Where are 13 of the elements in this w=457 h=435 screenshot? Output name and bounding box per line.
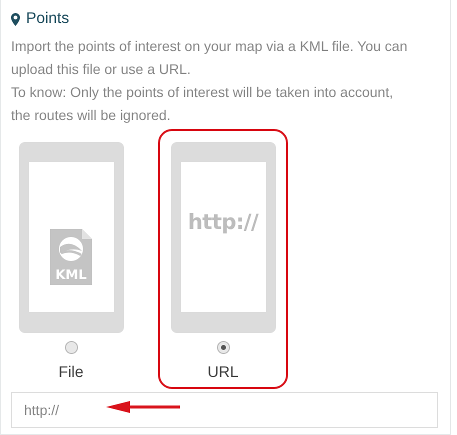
option-label: File [58, 364, 84, 382]
kml-file-icon: KML [50, 229, 92, 285]
description-text: Import the points of interest on your map via a KML file. You can upload this file or use a URL. [11, 37, 408, 79]
radio-button[interactable] [64, 341, 78, 354]
description-text: To know: Only the points of interest will be taken into account, the routes will be ignored. [11, 83, 394, 125]
phone-drawing[interactable]: KML [18, 142, 124, 333]
option-label: URL [207, 364, 238, 382]
url-graphic-text: http:// [188, 210, 258, 234]
url-field[interactable]: http:// [11, 392, 438, 428]
section-title: Points [26, 10, 70, 28]
radio-button[interactable] [216, 341, 230, 354]
phone-drawing[interactable]: http:// [170, 142, 276, 333]
map-pin-icon [11, 12, 20, 26]
